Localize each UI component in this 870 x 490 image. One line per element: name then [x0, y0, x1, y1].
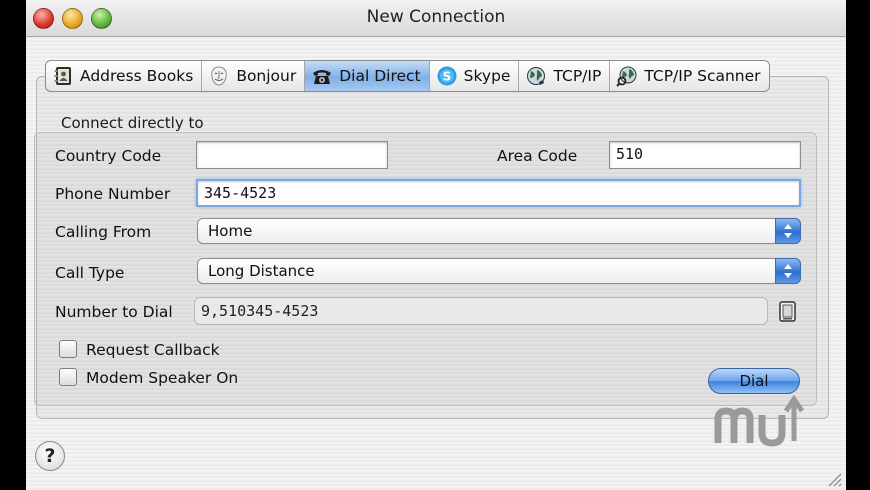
tab-address-books[interactable]: Address Books — [46, 61, 203, 91]
request-callback-checkbox[interactable] — [59, 340, 77, 358]
phone-book-icon[interactable] — [778, 301, 798, 323]
macupdate-watermark-logo — [714, 395, 805, 447]
tab-label: TCP/IP — [553, 67, 602, 85]
tab-label: Dial Direct — [339, 67, 421, 85]
phone-number-label: Phone Number — [55, 185, 171, 203]
number-to-dial-field: 9,510345-4523 — [194, 297, 768, 325]
tab-skype[interactable]: S Skype — [430, 61, 520, 91]
number-to-dial-label: Number to Dial — [55, 303, 173, 321]
tab-bar: Address Books Bonjour Dial Direct S Skyp… — [45, 60, 770, 92]
tab-label: TCP/IP Scanner — [644, 67, 761, 85]
tab-tcp-ip[interactable]: TCP/IP — [519, 61, 611, 91]
country-code-field[interactable] — [196, 141, 388, 169]
tab-label: Bonjour — [236, 67, 297, 85]
area-code-field[interactable]: 510 — [609, 141, 801, 169]
bonjour-icon — [211, 66, 228, 86]
popup-arrows-icon — [775, 258, 801, 284]
telephone-icon — [313, 70, 332, 84]
phone-number-field[interactable]: 345-4523 — [196, 179, 801, 207]
modem-speaker-label: Modem Speaker On — [86, 369, 239, 387]
tab-tcp-ip-scanner[interactable]: TCP/IP Scanner — [610, 61, 768, 91]
modem-speaker-checkbox[interactable] — [59, 368, 77, 386]
title-bar: New Connection — [26, 0, 846, 37]
calling-from-popup[interactable]: Home — [197, 218, 801, 244]
dial-button[interactable]: Dial — [708, 368, 800, 394]
country-code-label: Country Code — [55, 147, 162, 165]
area-code-label: Area Code — [497, 147, 578, 165]
skype-icon: S — [437, 66, 457, 86]
address-book-icon — [54, 67, 71, 85]
calling-from-value: Home — [208, 222, 253, 240]
group-title: Connect directly to — [61, 114, 204, 132]
call-type-popup[interactable]: Long Distance — [197, 258, 801, 284]
call-type-label: Call Type — [55, 264, 125, 282]
tab-label: Skype — [463, 67, 511, 85]
tab-bonjour[interactable]: Bonjour — [202, 61, 306, 91]
help-button[interactable]: ? — [35, 441, 65, 471]
calling-from-label: Calling From — [55, 223, 152, 241]
globe-icon — [527, 67, 546, 85]
popup-arrows-icon — [775, 218, 801, 244]
globe-scanner-icon — [616, 66, 637, 87]
resize-grip-icon[interactable] — [822, 467, 842, 487]
call-type-value: Long Distance — [208, 262, 315, 280]
new-connection-window: New Connection Address Books Bonjour Dia… — [26, 0, 846, 490]
window-title: New Connection — [366, 7, 506, 27]
svg-text:S: S — [442, 70, 451, 84]
request-callback-label: Request Callback — [86, 341, 220, 359]
tab-label: Address Books — [80, 67, 194, 85]
tab-dial-direct[interactable]: Dial Direct — [305, 61, 430, 91]
